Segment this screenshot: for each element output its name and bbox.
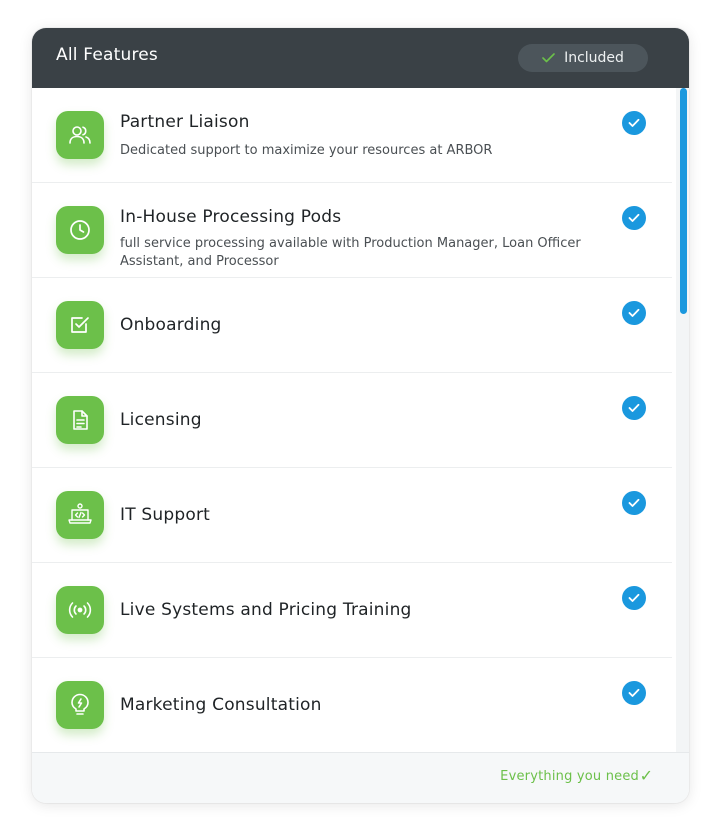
users-icon — [56, 111, 104, 159]
list-item: IT Support — [32, 468, 672, 563]
included-check-icon — [622, 396, 646, 420]
list-item: Marketing Consultation — [32, 658, 672, 752]
list-item: In-House Processing Pods full service pr… — [32, 183, 672, 278]
card-header: All Features Included — [32, 28, 689, 88]
included-check-icon — [622, 206, 646, 230]
list-item: Partner Liaison Dedicated support to max… — [32, 88, 672, 183]
scrollbar-thumb[interactable] — [680, 88, 687, 314]
code-laptop-icon — [56, 491, 104, 539]
scrollbar[interactable] — [676, 88, 689, 752]
feature-title: IT Support — [120, 505, 211, 525]
feature-title: Onboarding — [120, 315, 222, 335]
features-card: All Features Included Partner Liaison De… — [32, 28, 689, 803]
feature-list: Partner Liaison Dedicated support to max… — [32, 88, 672, 752]
included-check-icon — [622, 491, 646, 515]
feature-description: full service processing available with P… — [120, 236, 581, 269]
included-badge: Included — [518, 44, 648, 72]
card-title: All Features — [56, 45, 158, 65]
broadcast-icon — [56, 586, 104, 634]
feature-title: Live Systems and Pricing Training — [120, 600, 412, 620]
included-label: Included — [564, 50, 624, 66]
feature-title: Marketing Consultation — [120, 695, 322, 715]
list-item: Licensing — [32, 373, 672, 468]
feature-description: Dedicated support to maximize your resou… — [120, 143, 493, 158]
included-check-icon — [622, 586, 646, 610]
check-icon — [542, 53, 555, 63]
footer-text: Everything you need — [500, 769, 639, 784]
card-footer: Everything you need ✓ — [32, 752, 689, 803]
list-item: Onboarding — [32, 278, 672, 373]
checkbox-icon — [56, 301, 104, 349]
list-item: Live Systems and Pricing Training — [32, 563, 672, 658]
included-check-icon — [622, 681, 646, 705]
feature-title: Licensing — [120, 410, 202, 430]
clock-icon — [56, 206, 104, 254]
feature-title: In-House Processing Pods — [120, 207, 342, 227]
footer-check-icon: ✓ — [639, 766, 653, 785]
included-check-icon — [622, 301, 646, 325]
included-check-icon — [622, 111, 646, 135]
document-icon — [56, 396, 104, 444]
lightbulb-icon — [56, 681, 104, 729]
feature-title: Partner Liaison — [120, 112, 250, 132]
